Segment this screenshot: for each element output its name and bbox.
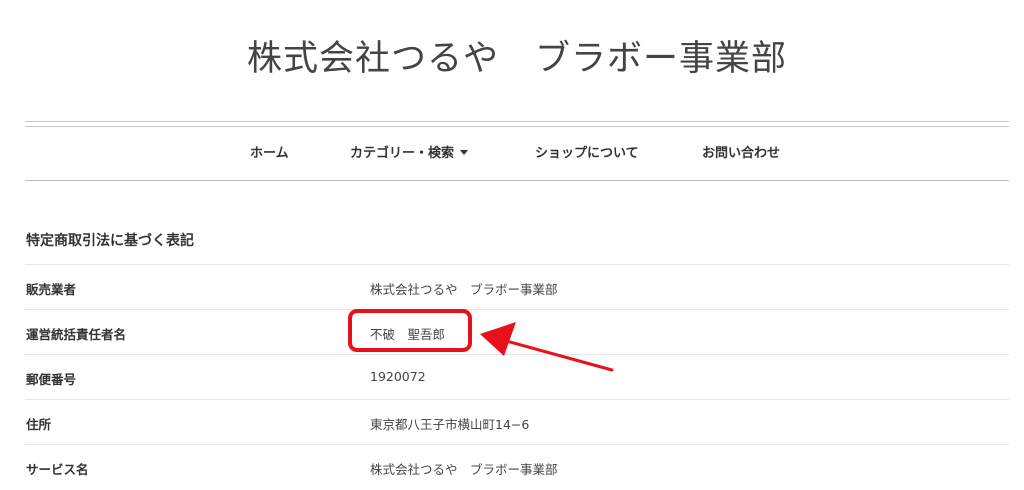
nav-item-category[interactable]: カテゴリー・検索 — [350, 142, 469, 161]
nav-item-contact[interactable]: お問い合わせ — [702, 142, 780, 161]
page: 株式会社つるや ブラボー事業部 ホーム カテゴリー・検索 ショップについて お問… — [0, 0, 1024, 490]
table-row-seller: 販売業者 株式会社つるや ブラボー事業部 — [25, 264, 1009, 309]
row-label-seller: 販売業者 — [26, 282, 77, 297]
site-title[interactable]: 株式会社つるや ブラボー事業部 — [0, 30, 1024, 81]
row-value-service-name: 株式会社つるや ブラボー事業部 — [370, 462, 558, 477]
nav-home-label: ホーム — [250, 146, 289, 161]
row-value-seller: 株式会社つるや ブラボー事業部 — [370, 282, 558, 297]
chevron-down-icon — [460, 150, 469, 155]
section-title: 特定商取引法に基づく表記 — [26, 233, 194, 249]
row-value-postal-code: 1920072 — [370, 369, 426, 384]
highlight-box — [348, 309, 472, 352]
table-row-address: 住所 東京都八王子市横山町14−6 — [25, 399, 1009, 444]
nav-divider — [25, 180, 1009, 181]
main-nav: ホーム カテゴリー・検索 ショップについて お問い合わせ — [0, 142, 1024, 166]
nav-category-label: カテゴリー・検索 — [350, 146, 455, 161]
nav-contact-label: お問い合わせ — [702, 146, 781, 161]
red-arrow-icon — [480, 322, 614, 372]
nav-shop-label: ショップについて — [535, 146, 639, 161]
table-row-service-name: サービス名 株式会社つるや ブラボー事業部 — [25, 444, 1009, 489]
row-label-manager: 運営統括責任者名 — [26, 327, 127, 342]
row-label-address: 住所 — [26, 417, 52, 432]
header-divider-top — [25, 121, 1009, 122]
header-divider-bottom — [25, 126, 1009, 127]
nav-item-shop[interactable]: ショップについて — [535, 142, 639, 161]
row-label-service-name: サービス名 — [26, 462, 89, 477]
row-value-address: 東京都八王子市横山町14−6 — [370, 417, 530, 432]
row-label-postal-code: 郵便番号 — [26, 372, 77, 387]
nav-item-home[interactable]: ホーム — [250, 142, 289, 161]
